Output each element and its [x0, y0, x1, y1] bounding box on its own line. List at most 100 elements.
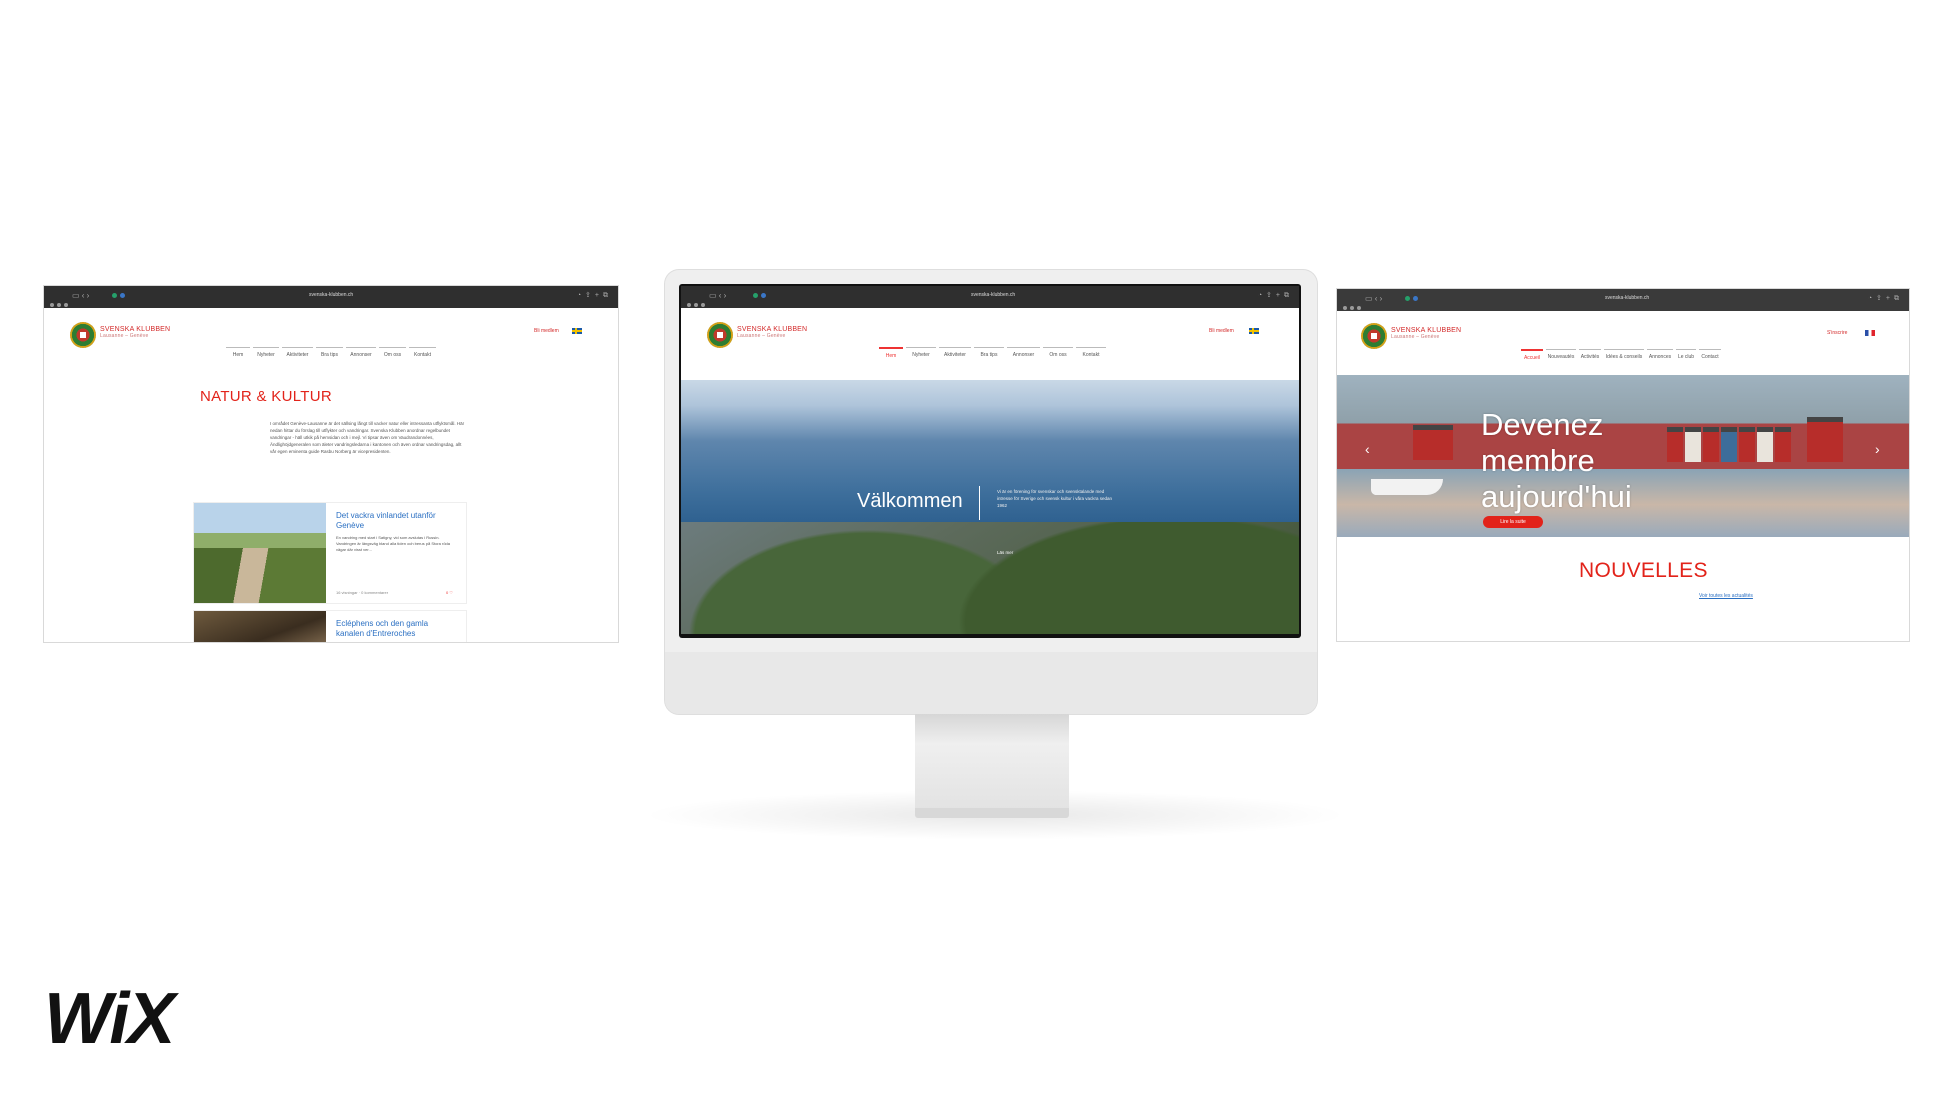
- section-title: NOUVELLES: [1579, 559, 1708, 582]
- window-controls[interactable]: [687, 294, 708, 312]
- all-news-link[interactable]: Voir toutes les actualités: [1699, 593, 1753, 599]
- swedish-flag-icon[interactable]: [1249, 328, 1259, 334]
- center-website-screenshot: ▭ ‹ › svenska-klubben.ch ◔⇪+⧉ SVENSKA KL…: [681, 286, 1299, 634]
- nav-item-kontakt[interactable]: Kontakt: [409, 347, 436, 358]
- brand-name: SVENSKA KLUBBEN Lausanne – Genève: [1391, 327, 1462, 340]
- monitor-chin: [665, 652, 1317, 714]
- hero-line-2: membre: [1481, 443, 1595, 478]
- club-logo[interactable]: [707, 322, 733, 348]
- nav-item-om-oss[interactable]: Om oss: [379, 347, 406, 358]
- hero-image-lake: [681, 380, 1299, 634]
- nav-item-hem[interactable]: Hem: [879, 347, 903, 359]
- sidebar-icon[interactable]: ▭ ‹ ›: [709, 291, 726, 300]
- club-logo[interactable]: [1361, 323, 1387, 349]
- main-navigation: Accueil Nouveautés Activités Idées & con…: [1521, 349, 1724, 361]
- shield-icon: [1405, 296, 1410, 301]
- blog-post-card[interactable]: Det vackra vinlandet utanför Genève En v…: [194, 503, 466, 603]
- brand-name: SVENSKA KLUBBEN Lausanne – Genève: [737, 326, 808, 339]
- hero-line-1: Devenez: [1481, 407, 1604, 442]
- nav-item-om-oss[interactable]: Om oss: [1043, 347, 1073, 359]
- monitor-bezel: ▭ ‹ › svenska-klubben.ch ◔⇪+⧉ SVENSKA KL…: [679, 284, 1301, 638]
- toolbar-actions-icon[interactable]: ◔⇪+⧉: [1258, 291, 1293, 300]
- swedish-flag-icon[interactable]: [572, 328, 582, 334]
- nav-item-annonces[interactable]: Annonces: [1647, 349, 1673, 361]
- extension-icon: [761, 293, 766, 298]
- imac-monitor: ▭ ‹ › svenska-klubben.ch ◔⇪+⧉ SVENSKA KL…: [665, 270, 1317, 714]
- nav-item-bra-tips[interactable]: Bra tips: [974, 347, 1004, 359]
- browser-toolbar: ▭ ‹ › svenska-klubben.ch ◔⇪+⧉: [44, 286, 618, 308]
- hero-read-more[interactable]: Läs mer: [997, 550, 1013, 555]
- boathouse: [1757, 427, 1773, 462]
- boathouse: [1721, 427, 1737, 462]
- member-link[interactable]: Bli medlem: [1209, 328, 1234, 334]
- boathouse: [1807, 417, 1843, 462]
- post-title[interactable]: Det vackra vinlandet utanför Genève: [336, 511, 456, 531]
- blog-post-card[interactable]: Ecléphens och den gamla kanalen d'Entrer…: [194, 611, 466, 642]
- hero-text: Vi är en förening för svenskar och svens…: [997, 489, 1113, 508]
- boat: [1371, 479, 1443, 495]
- boathouse: [1667, 427, 1683, 462]
- page-title: NATUR & KULTUR: [200, 388, 332, 405]
- extension-icon: [120, 293, 125, 298]
- nav-item-idees-conseils[interactable]: Idées & conseils: [1604, 349, 1644, 361]
- nav-item-contact[interactable]: Contact: [1699, 349, 1721, 361]
- club-logo[interactable]: [70, 322, 96, 348]
- nav-item-activites[interactable]: Activités: [1579, 349, 1601, 361]
- boathouse: [1775, 427, 1791, 462]
- browser-toolbar: ▭ ‹ › svenska-klubben.ch ◔⇪+⧉: [1337, 289, 1909, 311]
- hero-divider: [979, 486, 980, 520]
- nav-item-bra-tips[interactable]: Bra tips: [316, 347, 343, 358]
- boathouse: [1703, 427, 1719, 462]
- post-image[interactable]: [194, 611, 326, 642]
- signup-link[interactable]: S'inscrire: [1827, 330, 1847, 336]
- intro-paragraph: I området Genève-Lausanne är det sällsin…: [270, 421, 465, 454]
- brand-name: SVENSKA KLUBBEN Lausanne – Genève: [100, 326, 171, 339]
- like-count[interactable]: 0 ♡: [446, 590, 453, 595]
- post-excerpt: En vandring med start i Satigny, vid som…: [336, 535, 451, 552]
- nav-item-accueil[interactable]: Accueil: [1521, 349, 1543, 361]
- window-controls[interactable]: [50, 294, 71, 312]
- nav-item-nyheter[interactable]: Nyheter: [906, 347, 936, 359]
- shield-icon: [753, 293, 758, 298]
- post-image[interactable]: [194, 503, 326, 603]
- monitor-stand: [915, 714, 1069, 814]
- read-more-button[interactable]: Lire la suite: [1483, 516, 1543, 528]
- right-website-screenshot: ▭ ‹ › svenska-klubben.ch ◔⇪+⧉ SVENSKA KL…: [1337, 289, 1909, 641]
- chevron-right-icon[interactable]: ›: [1875, 441, 1880, 457]
- hero-title: Välkommen: [857, 490, 963, 512]
- boathouse: [1739, 427, 1755, 462]
- boathouse: [1685, 427, 1701, 462]
- boathouse: [1413, 425, 1453, 460]
- window-controls[interactable]: [1343, 297, 1364, 315]
- nav-item-kontakt[interactable]: Kontakt: [1076, 347, 1106, 359]
- address-bar[interactable]: svenska-klubben.ch: [1605, 295, 1649, 301]
- nav-item-nouveautes[interactable]: Nouveautés: [1546, 349, 1576, 361]
- hero-line-3: aujourd'hui: [1481, 479, 1632, 514]
- nav-item-nyheter[interactable]: Nyheter: [253, 347, 279, 358]
- left-website-screenshot: ▭ ‹ › svenska-klubben.ch ◔⇪+⧉ SVENSKA KL…: [44, 286, 618, 642]
- shield-icon: [112, 293, 117, 298]
- post-title[interactable]: Ecléphens och den gamla kanalen d'Entrer…: [336, 619, 458, 639]
- hero-headline: Devenez membre aujourd'hui: [1481, 407, 1632, 515]
- browser-toolbar: ▭ ‹ › svenska-klubben.ch ◔⇪+⧉: [681, 286, 1299, 308]
- toolbar-actions-icon[interactable]: ◔⇪+⧉: [1868, 294, 1903, 303]
- chevron-left-icon[interactable]: ‹: [1365, 441, 1370, 457]
- french-flag-icon[interactable]: [1865, 330, 1875, 336]
- member-link[interactable]: Bli medlem: [534, 328, 559, 334]
- nav-item-annonser[interactable]: Annonser: [346, 347, 376, 358]
- nav-item-le-club[interactable]: Le club: [1676, 349, 1696, 361]
- nav-item-annonser[interactable]: Annonser: [1007, 347, 1040, 359]
- main-navigation: Hem Nyheter Aktiviteter Bra tips Annonse…: [879, 347, 1109, 359]
- nav-item-aktiviteter[interactable]: Aktiviteter: [939, 347, 971, 359]
- address-bar[interactable]: svenska-klubben.ch: [309, 292, 353, 298]
- extension-icon: [1413, 296, 1418, 301]
- nav-item-hem[interactable]: Hem: [226, 347, 250, 358]
- post-stats: 16 visningar · 0 kommentarer: [336, 590, 389, 595]
- nav-item-aktiviteter[interactable]: Aktiviteter: [282, 347, 313, 358]
- main-navigation: Hem Nyheter Aktiviteter Bra tips Annonse…: [226, 347, 439, 358]
- address-bar[interactable]: svenska-klubben.ch: [971, 292, 1015, 298]
- toolbar-actions-icon[interactable]: ◔⇪+⧉: [577, 291, 612, 300]
- sidebar-icon[interactable]: ▭ ‹ ›: [1365, 294, 1382, 303]
- monitor-foot: [915, 808, 1069, 818]
- sidebar-icon[interactable]: ▭ ‹ ›: [72, 291, 89, 300]
